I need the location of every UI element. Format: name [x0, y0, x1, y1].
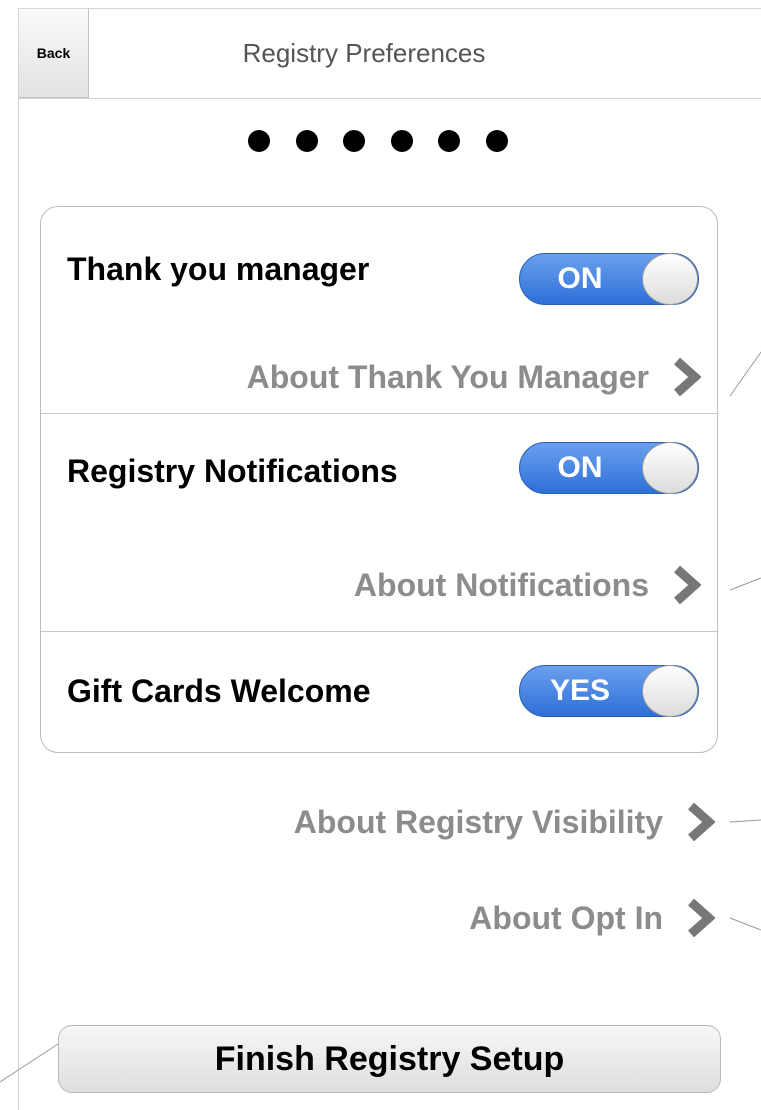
progress-dot [295, 130, 318, 152]
gift-cards-welcome-toggle[interactable]: YES [519, 665, 699, 717]
toggle-state-text: ON [557, 262, 603, 295]
settings-group: Thank you manager ON About Thank You Man… [40, 206, 718, 753]
progress-dot [343, 130, 366, 152]
registry-notifications-label: Registry Notifications [67, 453, 398, 489]
progress-dots [248, 130, 508, 154]
chevron-right-icon [674, 357, 701, 397]
chevron-right-icon [674, 565, 701, 605]
gift-cards-welcome-label: Gift Cards Welcome [67, 673, 371, 709]
about-notifications-link[interactable]: About Notifications [354, 563, 701, 607]
finish-registry-setup-button[interactable]: Finish Registry Setup [58, 1025, 721, 1093]
thank-you-manager-label: Thank you manager [67, 251, 370, 287]
progress-dot [390, 130, 413, 152]
navigation-bar: Back Registry Preferences [19, 9, 761, 99]
toggle-state-text: ON [557, 451, 603, 484]
registry-notifications-toggle[interactable]: ON [519, 442, 699, 494]
chevron-right-icon [688, 802, 715, 842]
page-title: Registry Preferences [242, 38, 486, 68]
divider [41, 631, 717, 632]
about-opt-in-label: About Opt In [469, 899, 663, 936]
about-registry-visibility-label: About Registry Visibility [293, 803, 663, 840]
progress-dot [485, 130, 508, 152]
thank-you-manager-toggle[interactable]: ON [519, 253, 699, 305]
chevron-right-icon [688, 898, 715, 938]
about-thank-you-manager-link[interactable]: About Thank You Manager [247, 355, 701, 399]
toggle-knob [642, 665, 698, 717]
toggle-knob [642, 253, 698, 305]
divider [41, 413, 717, 414]
toggle-state-text: YES [549, 674, 611, 707]
toggle-knob [642, 442, 698, 494]
progress-dot [438, 130, 461, 152]
about-thank-you-manager-label: About Thank You Manager [246, 358, 649, 395]
about-registry-visibility-link[interactable]: About Registry Visibility [294, 800, 715, 844]
progress-dot [248, 130, 270, 152]
about-notifications-label: About Notifications [353, 566, 649, 603]
back-button[interactable]: Back [19, 9, 89, 98]
about-opt-in-link[interactable]: About Opt In [469, 896, 715, 940]
